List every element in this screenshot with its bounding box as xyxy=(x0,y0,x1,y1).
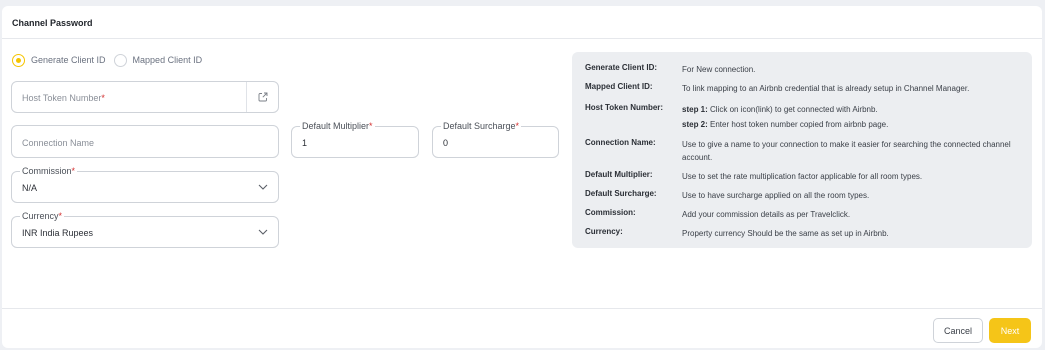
default-surcharge-label: Default Surcharge* xyxy=(441,121,522,131)
connection-name-field[interactable]: Connection Name xyxy=(11,125,279,158)
card-header: Channel Password xyxy=(2,6,1042,39)
next-button[interactable]: Next xyxy=(989,318,1031,343)
commission-value: N/A xyxy=(22,183,38,193)
help-key: Commission: xyxy=(585,208,636,217)
help-text: Use to have surcharge applied on all the… xyxy=(682,191,870,200)
radio-generate-client-id-label[interactable]: Generate Client ID xyxy=(31,55,106,65)
radio-mapped-client-id-label[interactable]: Mapped Client ID xyxy=(133,55,203,65)
radio-mapped-client-id[interactable] xyxy=(113,53,127,67)
help-key: Default Multiplier: xyxy=(585,170,653,179)
default-multiplier-field[interactable]: Default Multiplier* 1 xyxy=(291,121,419,158)
currency-label: Currency* xyxy=(20,211,65,221)
help-text: To link mapping to an Airbnb credential … xyxy=(682,84,970,93)
page-title: Channel Password xyxy=(12,18,93,28)
host-token-placeholder: Host Token Number* xyxy=(22,93,105,103)
help-key: Host Token Number: xyxy=(585,103,664,112)
default-multiplier-value: 1 xyxy=(302,138,308,148)
help-key: Mapped Client ID: xyxy=(585,82,653,91)
card-footer: Cancel Next xyxy=(2,308,1042,348)
default-multiplier-label: Default Multiplier* xyxy=(300,121,375,131)
connection-name-placeholder: Connection Name xyxy=(22,138,95,148)
help-text: Add your commission details as per Trave… xyxy=(682,210,851,219)
help-panel: Generate Client ID: For New connection. … xyxy=(572,52,1032,248)
default-surcharge-field[interactable]: Default Surcharge* 0 xyxy=(432,121,559,158)
external-link-icon xyxy=(258,92,267,102)
help-key: Generate Client ID: xyxy=(585,63,658,72)
chevron-down-icon xyxy=(258,229,268,235)
help-text: Property currency Should be the same as … xyxy=(682,229,889,238)
default-surcharge-value: 0 xyxy=(443,138,449,148)
help-key: Currency: xyxy=(585,227,623,236)
help-text: For New connection. xyxy=(682,65,756,74)
host-token-field[interactable]: Host Token Number* xyxy=(11,81,279,113)
chevron-down-icon xyxy=(258,184,268,190)
currency-select[interactable]: Currency* INR India Rupees xyxy=(11,211,279,248)
help-text: Use to give a name to your connection to… xyxy=(682,140,1011,162)
commission-select[interactable]: Commission* N/A xyxy=(11,166,279,203)
radio-generate-client-id[interactable] xyxy=(12,53,25,67)
client-id-mode-group: Generate Client ID Mapped Client ID xyxy=(12,53,210,67)
help-text: Use to set the rate multiplication facto… xyxy=(682,172,923,181)
help-text: step 1: Click on icon(link) to get conne… xyxy=(682,105,889,129)
host-token-link-button[interactable] xyxy=(246,82,278,112)
channel-password-card: Channel Password Generate Client ID Mapp… xyxy=(2,6,1042,348)
commission-label: Commission* xyxy=(20,166,78,176)
help-key: Connection Name: xyxy=(585,138,656,147)
cancel-button[interactable]: Cancel xyxy=(933,318,983,343)
help-key: Default Surcharge: xyxy=(585,189,657,198)
currency-value: INR India Rupees xyxy=(22,228,94,238)
